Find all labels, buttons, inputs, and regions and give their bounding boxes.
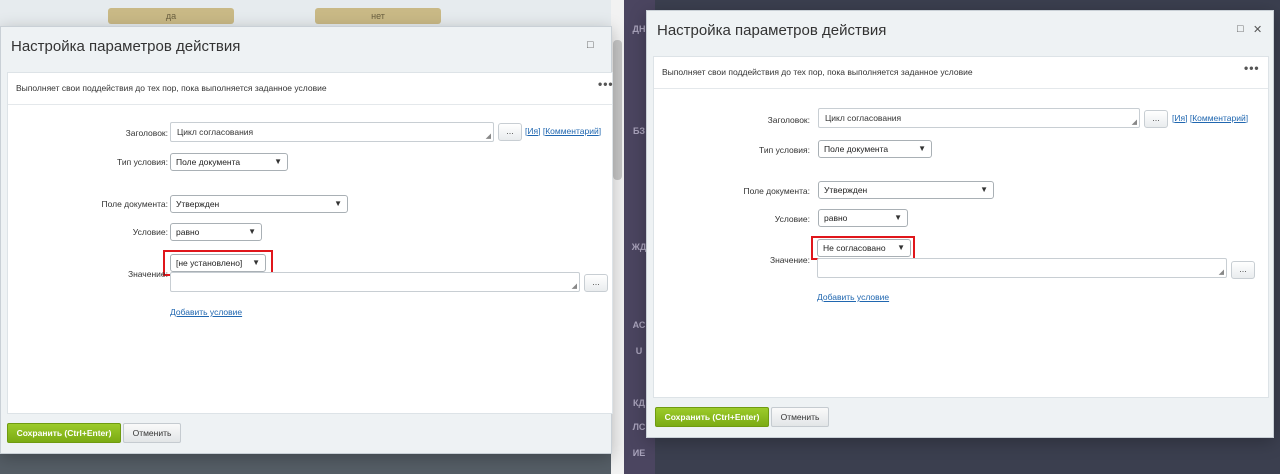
action-description: Выполняет свои поддействия до тех пор, п… <box>662 67 973 77</box>
save-button[interactable]: Сохранить (Ctrl+Enter) <box>655 407 769 427</box>
value-input[interactable]: ◢ <box>817 258 1227 278</box>
dialog-right: Настройка параметров действия □ ✕ Выполн… <box>646 10 1274 438</box>
background-bottom-bar <box>0 452 618 474</box>
background-stage-band <box>0 0 618 26</box>
close-icon[interactable]: ✕ <box>1253 23 1262 36</box>
condition-type-select[interactable]: Поле документа ▼ <box>818 140 932 158</box>
cancel-button[interactable]: Отменить <box>771 407 829 427</box>
action-description: Выполняет свои поддействия до тех пор, п… <box>16 83 327 93</box>
add-condition-link[interactable]: Добавить условие <box>170 307 242 317</box>
value-label: Значение: <box>127 269 168 279</box>
title-dots-button[interactable]: ... <box>1144 110 1168 128</box>
document-field-select[interactable]: Утвержден ▼ <box>818 181 994 199</box>
title-input-value: Цикл согласования <box>177 127 254 137</box>
settings-panel: Выполняет свои поддействия до тех пор, п… <box>653 56 1269 398</box>
chevron-down-icon: ▼ <box>334 199 342 208</box>
chevron-down-icon: ▼ <box>918 144 926 153</box>
cancel-button[interactable]: Отменить <box>123 423 181 443</box>
value-select-value: [не установлено] <box>176 258 243 268</box>
resize-grip-icon[interactable]: ◢ <box>486 132 491 140</box>
title-input-value: Цикл согласования <box>825 113 902 123</box>
add-condition-link[interactable]: Добавить условие <box>817 292 889 302</box>
condition-type-select[interactable]: Поле документа ▼ <box>170 153 288 171</box>
condition-type-label: Тип условия: <box>759 145 810 155</box>
condition-type-label: Тип условия: <box>117 157 168 167</box>
save-button[interactable]: Сохранить (Ctrl+Enter) <box>7 423 121 443</box>
condition-label: Условие: <box>132 227 168 237</box>
value-select-value: Не согласовано <box>823 243 886 253</box>
chevron-down-icon: ▼ <box>894 213 902 222</box>
maximize-icon[interactable]: □ <box>587 39 594 51</box>
title-dots-button[interactable]: ... <box>498 123 522 141</box>
sidebar-item[interactable]: ИЕ <box>628 446 650 460</box>
condition-type-value: Поле документа <box>176 157 241 167</box>
document-field-value: Утвержден <box>176 199 220 209</box>
chevron-down-icon: ▼ <box>248 227 256 236</box>
divider <box>654 88 1268 89</box>
dialog-title: Настройка параметров действия <box>11 38 241 55</box>
stage-button-yes: да <box>108 8 234 24</box>
condition-value: равно <box>824 213 848 223</box>
chevron-down-icon: ▼ <box>980 185 988 194</box>
comment-link[interactable]: Комментарий <box>1192 113 1246 123</box>
more-icon[interactable]: ••• <box>1244 61 1260 75</box>
resize-grip-icon[interactable]: ◢ <box>1219 268 1224 276</box>
resize-grip-icon[interactable]: ◢ <box>1132 118 1137 126</box>
value-dots-button[interactable]: ... <box>1231 261 1255 279</box>
condition-select[interactable]: равно ▼ <box>818 209 908 227</box>
more-icon[interactable]: ••• <box>598 77 614 91</box>
document-field-value: Утвержден <box>824 185 868 195</box>
scrollbar-thumb[interactable] <box>613 40 622 180</box>
chevron-down-icon: ▼ <box>252 258 260 267</box>
condition-value: равно <box>176 227 200 237</box>
value-select[interactable]: Не согласовано ▼ <box>817 239 911 257</box>
name-link[interactable]: Ия <box>1174 113 1185 123</box>
value-input[interactable]: ◢ <box>170 272 580 292</box>
stage-button-no: нет <box>315 8 441 24</box>
condition-label: Условие: <box>774 214 810 224</box>
document-field-label: Поле документа: <box>101 199 168 209</box>
name-link[interactable]: Ия <box>527 126 538 136</box>
value-label: Значение: <box>769 255 810 265</box>
chevron-down-icon: ▼ <box>897 243 905 252</box>
settings-panel: Выполняет свои поддействия до тех пор, п… <box>7 72 613 414</box>
document-field-select[interactable]: Утвержден ▼ <box>170 195 348 213</box>
comment-link[interactable]: Комментарий <box>545 126 599 136</box>
divider <box>8 104 612 105</box>
dialog-title: Настройка параметров действия <box>657 22 887 39</box>
chevron-down-icon: ▼ <box>274 157 282 166</box>
maximize-icon[interactable]: □ <box>1237 23 1244 35</box>
value-dots-button[interactable]: ... <box>584 274 608 292</box>
title-label: Заголовок: <box>125 128 168 138</box>
title-links: [Ия] [Комментарий] <box>1172 113 1249 123</box>
title-input[interactable]: Цикл согласования ◢ <box>818 108 1140 128</box>
condition-select[interactable]: равно ▼ <box>170 223 262 241</box>
title-links: [Ия] [Комментарий] <box>525 126 602 136</box>
condition-type-value: Поле документа <box>824 144 889 154</box>
title-label: Заголовок: <box>767 115 810 125</box>
document-field-label: Поле документа: <box>743 186 810 196</box>
dialog-left: Настройка параметров действия □ Выполняе… <box>0 26 613 454</box>
title-input[interactable]: Цикл согласования ◢ <box>170 122 494 142</box>
resize-grip-icon[interactable]: ◢ <box>572 282 577 290</box>
value-select[interactable]: [не установлено] ▼ <box>170 254 266 272</box>
